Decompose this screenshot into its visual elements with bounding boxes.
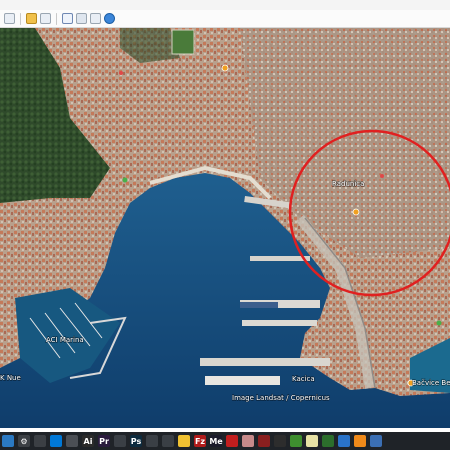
ai-app-icon[interactable]: Ai: [82, 435, 94, 447]
map-label-marina: ACI Marina: [46, 336, 84, 344]
satellite-map-view[interactable]: Radunica ACI Marina K Nue Kacica Bačvice…: [0, 28, 450, 428]
map-label-kacica: Kacica: [292, 375, 315, 383]
vlc-icon[interactable]: [354, 435, 366, 447]
place-marker-icon[interactable]: [380, 174, 384, 178]
code-icon[interactable]: [274, 435, 286, 447]
windows-taskbar: ⚙ Ai Pr Ps Fz Me: [0, 432, 450, 450]
premiere-icon[interactable]: Pr: [98, 435, 110, 447]
terminal-icon[interactable]: [322, 435, 334, 447]
start-icon[interactable]: [2, 435, 14, 447]
globe-icon[interactable]: [104, 13, 115, 24]
map-label-radunica: Radunica: [332, 180, 364, 188]
blank-app-icon[interactable]: [242, 435, 254, 447]
ferry: [205, 376, 280, 385]
place-marker-icon[interactable]: [122, 177, 128, 183]
ferry: [240, 302, 278, 308]
wps-icon[interactable]: [258, 435, 270, 447]
leaf-icon[interactable]: [290, 435, 302, 447]
place-marker-icon[interactable]: [221, 64, 229, 72]
image-icon[interactable]: [90, 13, 101, 24]
zoom-icon[interactable]: [338, 435, 350, 447]
app-toolbar: [0, 10, 450, 28]
mail-icon[interactable]: [50, 435, 62, 447]
place-marker-icon[interactable]: [352, 208, 360, 216]
open-folder-icon[interactable]: [26, 13, 37, 24]
photoshop-icon[interactable]: Ps: [130, 435, 142, 447]
folder-icon[interactable]: [178, 435, 190, 447]
calculator-icon[interactable]: [114, 435, 126, 447]
chrome-icon[interactable]: [162, 435, 174, 447]
place-marker-icon[interactable]: [119, 71, 123, 75]
cube-icon[interactable]: [370, 435, 382, 447]
pier: [242, 320, 317, 326]
place-marker-icon[interactable]: [436, 320, 442, 326]
map-svg[interactable]: Radunica ACI Marina K Nue Kacica Bačvice…: [0, 28, 450, 428]
toolbar-divider: [20, 12, 21, 25]
google-earth-icon[interactable]: [306, 435, 318, 447]
pier: [250, 256, 310, 261]
print-icon[interactable]: [76, 13, 87, 24]
pdf-icon[interactable]: [226, 435, 238, 447]
toolbar-divider: [56, 12, 57, 25]
window-title-strip: [0, 0, 450, 10]
map-label-k: K Nue: [0, 374, 21, 382]
media-encoder-icon[interactable]: Me: [209, 435, 223, 447]
task-view-icon[interactable]: [34, 435, 46, 447]
pier: [200, 358, 330, 366]
sidebar-toggle-icon[interactable]: [4, 13, 15, 24]
settings-icon[interactable]: ⚙: [18, 435, 30, 447]
map-label-bacvice: Bačvice Beach: [412, 379, 450, 387]
calendar-icon[interactable]: [146, 435, 158, 447]
save-icon[interactable]: [40, 13, 51, 24]
email-icon[interactable]: [62, 13, 73, 24]
note-icon[interactable]: [66, 435, 78, 447]
filezilla-icon[interactable]: Fz: [194, 435, 206, 447]
sports-field: [171, 29, 195, 55]
map-attribution: Image Landsat / Copernicus: [232, 394, 330, 402]
